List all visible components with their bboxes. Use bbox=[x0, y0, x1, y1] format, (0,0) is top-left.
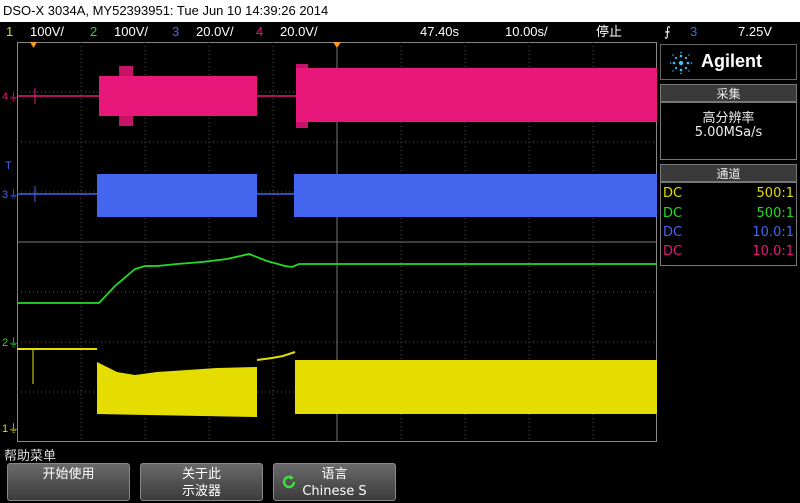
ch1-trace-burst bbox=[97, 362, 257, 417]
agilent-starburst-icon bbox=[669, 51, 693, 75]
acquisition-box[interactable]: 高分辨率 5.00MSa/s bbox=[660, 102, 797, 160]
window-title: DSO-X 3034A, MY52393951: Tue Jun 10 14:3… bbox=[3, 3, 329, 18]
language-button[interactable]: 语言 Chinese S bbox=[273, 463, 396, 501]
ch1-trace-burst bbox=[295, 360, 657, 414]
ch1-number[interactable]: 1 bbox=[6, 22, 13, 42]
channels-header: 通道 bbox=[660, 164, 797, 182]
ch3-number[interactable]: 3 bbox=[172, 22, 179, 42]
ch4-trace-burst bbox=[296, 68, 657, 122]
getting-started-button[interactable]: 开始使用 bbox=[7, 463, 130, 501]
ch2-scale[interactable]: 100V/ bbox=[114, 22, 148, 42]
scope-status-bar: 1 100V/ 2 100V/ 3 20.0V/ 4 20.0V/ 47.40s… bbox=[0, 22, 800, 42]
channels-box[interactable]: DC 500:1 DC 500:1 DC 10.0:1 DC 10.0:1 bbox=[660, 182, 797, 266]
ch2-number[interactable]: 2 bbox=[90, 22, 97, 42]
window-title-bar: DSO-X 3034A, MY52393951: Tue Jun 10 14:3… bbox=[0, 0, 800, 22]
ch4-number[interactable]: 4 bbox=[256, 22, 263, 42]
info-side-panel: Agilent 采集 高分辨率 5.00MSa/s 通道 DC 500:1 DC… bbox=[660, 44, 800, 444]
ch3-trace-burst bbox=[97, 174, 257, 217]
ch3-scale[interactable]: 20.0V/ bbox=[196, 22, 234, 42]
delay-reference-marker bbox=[333, 42, 341, 48]
acquisition-header: 采集 bbox=[660, 84, 797, 102]
acquisition-mode: 高分辨率 bbox=[702, 111, 755, 126]
softkey-bar: 帮助菜单 开始使用 关于此 示波器 语言 Chinese S bbox=[0, 444, 800, 503]
ch3-trace-burst bbox=[294, 174, 657, 217]
run-stop-state[interactable]: 停止 bbox=[596, 22, 622, 42]
rotate-knob-icon bbox=[282, 475, 296, 489]
trigger-position-marker bbox=[30, 42, 37, 48]
trigger-level-marker[interactable]: T bbox=[5, 160, 12, 172]
ch1-scale[interactable]: 100V/ bbox=[30, 22, 64, 42]
trigger-level[interactable]: 7.25V bbox=[738, 22, 772, 42]
ch4-trace-peak bbox=[296, 64, 308, 128]
horizontal-delay[interactable]: 47.40s bbox=[420, 22, 459, 42]
ch1-trace-gap bbox=[256, 351, 296, 361]
ch4-scale[interactable]: 20.0V/ bbox=[280, 22, 318, 42]
about-scope-button[interactable]: 关于此 示波器 bbox=[140, 463, 263, 501]
sample-rate: 5.00MSa/s bbox=[694, 125, 763, 140]
waveform-canvas bbox=[17, 42, 657, 442]
channel-row: DC 10.0:1 bbox=[663, 244, 794, 259]
menu-title: 帮助菜单 bbox=[4, 449, 57, 464]
brand-name: Agilent bbox=[701, 51, 762, 71]
trigger-source[interactable]: 3 bbox=[690, 22, 697, 42]
horizontal-scale[interactable]: 10.00s/ bbox=[505, 22, 548, 42]
channel-row: DC 500:1 bbox=[663, 186, 794, 201]
channel-row: DC 500:1 bbox=[663, 206, 794, 221]
ch4-trace-peak bbox=[119, 66, 133, 126]
trigger-slope-icon: ⨍ bbox=[664, 24, 671, 39]
channel-row: DC 10.0:1 bbox=[663, 225, 794, 240]
waveform-display[interactable] bbox=[17, 42, 657, 442]
brand-box: Agilent bbox=[660, 44, 797, 80]
